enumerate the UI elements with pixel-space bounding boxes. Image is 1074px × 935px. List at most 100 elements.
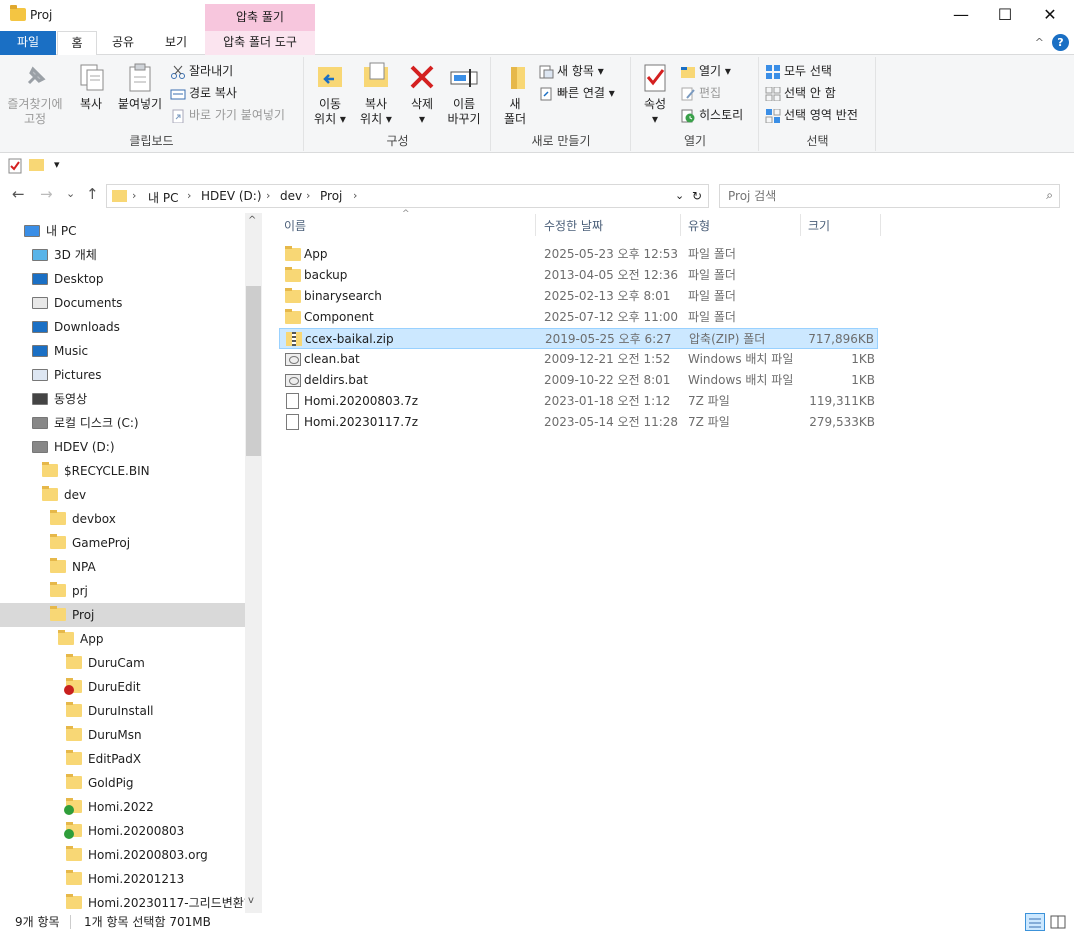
file-row[interactable]: binarysearch 2025-02-13 오후 8:01 파일 폴더 (279, 286, 878, 307)
column-date[interactable]: 수정한 날짜 (544, 217, 603, 234)
tree-item[interactable]: Pictures (0, 363, 245, 387)
tree-item[interactable]: Proj (0, 603, 245, 627)
tab-compressed-folder-tools[interactable]: 압축 폴더 도구 (205, 31, 315, 55)
tab-home[interactable]: 홈 (57, 31, 97, 56)
column-divider[interactable] (880, 214, 881, 236)
tree-item[interactable]: 내 PC (0, 219, 245, 243)
file-row[interactable]: ccex-baikal.zip 2019-05-25 오후 6:27 압축(ZIP)… (279, 328, 878, 349)
tab-share[interactable]: 공유 (100, 31, 146, 55)
properties-qat-icon[interactable] (8, 158, 22, 177)
maximize-button[interactable]: ☐ (982, 0, 1028, 30)
tree-item[interactable]: App (0, 627, 245, 651)
tab-file[interactable]: 파일 (0, 31, 56, 55)
file-row[interactable]: backup 2013-04-05 오전 12:36 파일 폴더 (279, 265, 878, 286)
column-divider[interactable] (535, 214, 536, 236)
tree-item[interactable]: HDEV (D:) (0, 435, 245, 459)
select-none-button[interactable]: 선택 안 함 (765, 83, 836, 103)
new-item-button[interactable]: 새 항목 ▾ (538, 61, 604, 81)
column-name[interactable]: 이름 (284, 217, 306, 234)
tree-item[interactable]: DuruEdit (0, 675, 245, 699)
history-button[interactable]: 히스토리 (680, 105, 743, 125)
file-row[interactable]: Component 2025-07-12 오후 11:00 파일 폴더 (279, 307, 878, 328)
details-view-button[interactable] (1025, 913, 1045, 931)
rename-button[interactable]: 이름 바꾸기 (441, 61, 487, 127)
tree-item[interactable]: 동영상 (0, 387, 245, 411)
tree-item[interactable]: prj (0, 579, 245, 603)
paste-button[interactable]: 붙여넣기 (114, 61, 166, 112)
column-divider[interactable] (680, 214, 681, 236)
column-size[interactable]: 크기 (808, 217, 830, 234)
copy-to-button[interactable]: 복사 위치 ▾ (353, 61, 399, 127)
tree-item[interactable]: Homi.20200803 (0, 819, 245, 843)
tree-item[interactable]: Homi.20200803.org (0, 843, 245, 867)
cut-button[interactable]: 잘라내기 (170, 61, 233, 81)
select-all-button[interactable]: 모두 선택 (765, 61, 832, 81)
easy-access-button[interactable]: 빠른 연결 ▾ (538, 83, 615, 103)
paste-shortcut-button[interactable]: 바로 가기 붙여넣기 (170, 105, 285, 125)
tree-item[interactable]: 3D 개체 (0, 243, 245, 267)
tree-item[interactable]: Documents (0, 291, 245, 315)
forward-button[interactable]: → (40, 185, 53, 203)
large-icons-view-button[interactable] (1049, 913, 1069, 931)
file-row[interactable]: App 2025-05-23 오후 12:53 파일 폴더 (279, 244, 878, 265)
minimize-button[interactable]: — (938, 0, 984, 30)
tree-item[interactable]: Music (0, 339, 245, 363)
help-icon[interactable]: ? (1052, 34, 1069, 51)
tree-item[interactable]: DuruMsn (0, 723, 245, 747)
new-folder-qat-icon[interactable] (29, 159, 44, 171)
pin-icon (19, 61, 51, 93)
tree-item[interactable]: EditPadX (0, 747, 245, 771)
navigation-scrollbar[interactable]: ^ v (245, 213, 262, 913)
tree-item[interactable]: Homi.2022 (0, 795, 245, 819)
tree-item[interactable]: DuruInstall (0, 699, 245, 723)
tab-view[interactable]: 보기 (150, 31, 202, 55)
file-row[interactable]: Homi.20200803.7z 2023-01-18 오전 1:12 7Z 파일 1… (279, 391, 878, 412)
breadcrumb-drive[interactable]: HDEV (D:) (201, 189, 262, 203)
scroll-down-icon[interactable]: v (248, 895, 254, 906)
file-row[interactable]: Homi.20230117.7z 2023-05-14 오전 11:28 7Z 파일… (279, 412, 878, 433)
tree-item[interactable]: 로컬 디스크 (C:) (0, 411, 245, 435)
invert-selection-button[interactable]: 선택 영역 반전 (765, 105, 858, 125)
tree-item[interactable]: $RECYCLE.BIN (0, 459, 245, 483)
scroll-up-icon[interactable]: ^ (248, 215, 256, 226)
tree-item[interactable]: Downloads (0, 315, 245, 339)
delete-button[interactable]: 삭제 ▾ (399, 61, 445, 127)
open-button[interactable]: 열기 ▾ (680, 61, 731, 81)
pin-to-quick-access-button[interactable]: 즐겨찾기에 고정 (4, 61, 66, 127)
file-row[interactable]: clean.bat 2009-12-21 오전 1:52 Windows 배치 파일… (279, 349, 878, 370)
up-button[interactable]: ↑ (86, 185, 99, 203)
breadcrumb-dev[interactable]: dev (280, 189, 302, 203)
refresh-icon[interactable]: ↻ (692, 189, 702, 203)
tree-item[interactable]: Desktop (0, 267, 245, 291)
tree-item[interactable]: devbox (0, 507, 245, 531)
column-divider[interactable] (800, 214, 801, 236)
close-button[interactable]: ✕ (1027, 0, 1073, 30)
collapse-ribbon-icon[interactable]: ^ (1035, 36, 1044, 49)
tree-item[interactable]: Homi.20201213 (0, 867, 245, 891)
search-box[interactable]: ⌕ (719, 184, 1060, 208)
breadcrumb-pc[interactable]: 내 PC (148, 189, 178, 206)
file-name: App (304, 247, 328, 261)
tree-item-label: Pictures (54, 368, 102, 382)
tree-item[interactable]: GoldPig (0, 771, 245, 795)
tree-item[interactable]: NPA (0, 555, 245, 579)
column-type[interactable]: 유형 (688, 217, 710, 234)
address-dropdown-icon[interactable]: ⌄ (675, 189, 684, 202)
tree-item[interactable]: DuruCam (0, 651, 245, 675)
new-folder-button[interactable]: 새 폴더 (492, 61, 538, 127)
file-row[interactable]: deldirs.bat 2009-10-22 오전 8:01 Windows 배치 … (279, 370, 878, 391)
tree-item[interactable]: dev (0, 483, 245, 507)
address-bar[interactable]: › 내 PC › HDEV (D:) › dev › Proj › ⌄ ↻ (106, 184, 709, 208)
search-input[interactable] (728, 188, 1028, 204)
qat-dropdown-icon[interactable]: ▾ (54, 158, 60, 171)
properties-button[interactable]: 속성 ▾ (632, 61, 678, 127)
recent-locations-button[interactable]: ⌄ (66, 187, 75, 200)
scrollbar-thumb[interactable] (246, 286, 261, 456)
copy-path-button[interactable]: 경로 복사 (170, 83, 237, 103)
breadcrumb-proj[interactable]: Proj (320, 189, 342, 203)
move-to-button[interactable]: 이동 위치 ▾ (307, 61, 353, 127)
back-button[interactable]: ← (12, 185, 25, 203)
copy-button[interactable]: 복사 (68, 61, 114, 112)
tree-item[interactable]: GameProj (0, 531, 245, 555)
edit-button[interactable]: 편집 (680, 83, 721, 103)
